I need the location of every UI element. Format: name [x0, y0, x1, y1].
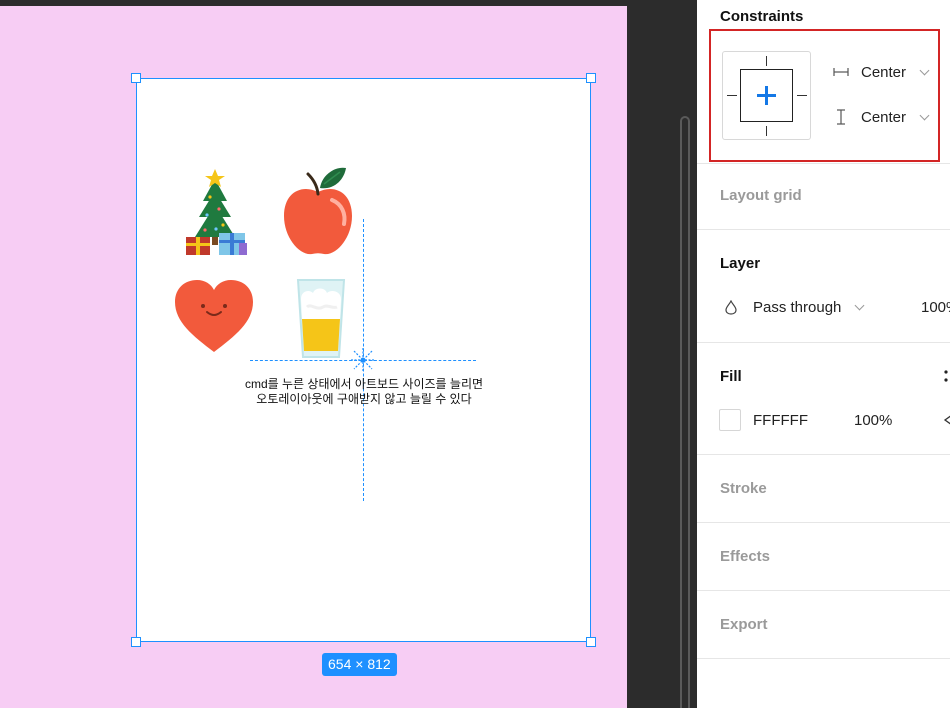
fill-styles-icon[interactable] [943, 369, 949, 383]
layer-section: Layer Pass through 100% [697, 230, 950, 343]
stroke-section[interactable]: Stroke [697, 455, 950, 523]
blend-mode-value: Pass through [753, 299, 842, 316]
center-point-icon [351, 348, 375, 372]
design-panel: Constraints Center Center Layout grid La… [697, 0, 950, 708]
resize-handle-bottom-right[interactable] [586, 637, 596, 647]
layout-grid-section[interactable]: Layout grid [697, 164, 950, 230]
christmas-tree-icon[interactable] [183, 167, 249, 257]
chevron-down-icon [919, 110, 930, 121]
export-section[interactable]: Export [697, 591, 950, 659]
horizontal-constraint-value: Center [861, 64, 907, 81]
layer-opacity-input[interactable]: 100% [921, 299, 950, 316]
resize-handle-top-left[interactable] [131, 73, 141, 83]
visibility-eye-icon[interactable] [942, 413, 950, 427]
constraint-bottom-tick[interactable] [766, 126, 768, 136]
constraints-section: Constraints Center Center [697, 0, 950, 164]
constraints-highlight: Center Center [709, 29, 940, 162]
fill-title: Fill [720, 368, 742, 385]
export-title: Export [720, 616, 768, 633]
vertical-constraint-value: Center [861, 109, 907, 126]
vertical-constraint-icon [837, 109, 845, 125]
horizontal-constraint-icon [833, 68, 849, 76]
constraint-right-tick[interactable] [797, 95, 807, 97]
caption-text[interactable]: cmd를 누른 상태에서 아트보드 사이즈를 늘리면 오토레이아웃에 구애받지 … [230, 377, 498, 407]
caption-line-2: 오토레이아웃에 구애받지 않고 늘릴 수 있다 [256, 392, 472, 406]
blend-mode-drop-icon [725, 300, 737, 315]
constraints-title: Constraints [720, 8, 804, 25]
frame-dimensions-badge: 654 × 812 [322, 653, 397, 676]
fill-opacity-input[interactable]: 100% [854, 412, 892, 429]
resize-handle-bottom-left[interactable] [131, 637, 141, 647]
effects-title: Effects [720, 548, 771, 565]
canvas-scrollbar[interactable] [680, 116, 690, 708]
constraints-widget[interactable] [722, 51, 811, 140]
caption-line-1: cmd를 누른 상태에서 아트보드 사이즈를 늘리면 [244, 377, 484, 391]
blend-mode-select[interactable]: Pass through [753, 298, 873, 318]
figma-window: cmd를 누른 상태에서 아트보드 사이즈를 늘리면 오토레이아웃에 구애받지 … [0, 0, 950, 708]
constraint-left-tick[interactable] [727, 95, 737, 97]
constraint-inner-box[interactable] [740, 69, 793, 122]
fill-section: Fill FFFFFF 100% [697, 343, 950, 455]
chevron-down-icon [919, 65, 930, 76]
layer-title: Layer [720, 255, 761, 272]
canvas-area[interactable]: cmd를 누른 상태에서 아트보드 사이즈를 늘리면 오토레이아웃에 구애받지 … [0, 0, 627, 708]
constraint-top-tick[interactable] [766, 56, 768, 66]
fill-color-swatch[interactable] [719, 409, 741, 431]
layout-grid-title: Layout grid [720, 187, 802, 204]
fill-hex-input[interactable]: FFFFFF [753, 412, 808, 429]
stroke-title: Stroke [720, 480, 767, 497]
horizontal-constraint-select[interactable]: Center [861, 63, 937, 83]
resize-handle-top-right[interactable] [586, 73, 596, 83]
chevron-down-icon [854, 300, 865, 311]
heart-icon[interactable] [173, 278, 255, 354]
effects-section[interactable]: Effects [697, 523, 950, 591]
vertical-constraint-select[interactable]: Center [861, 108, 937, 128]
apple-icon[interactable] [282, 166, 354, 258]
beer-glass-icon[interactable] [295, 277, 347, 361]
center-plus-icon[interactable] [740, 69, 793, 122]
